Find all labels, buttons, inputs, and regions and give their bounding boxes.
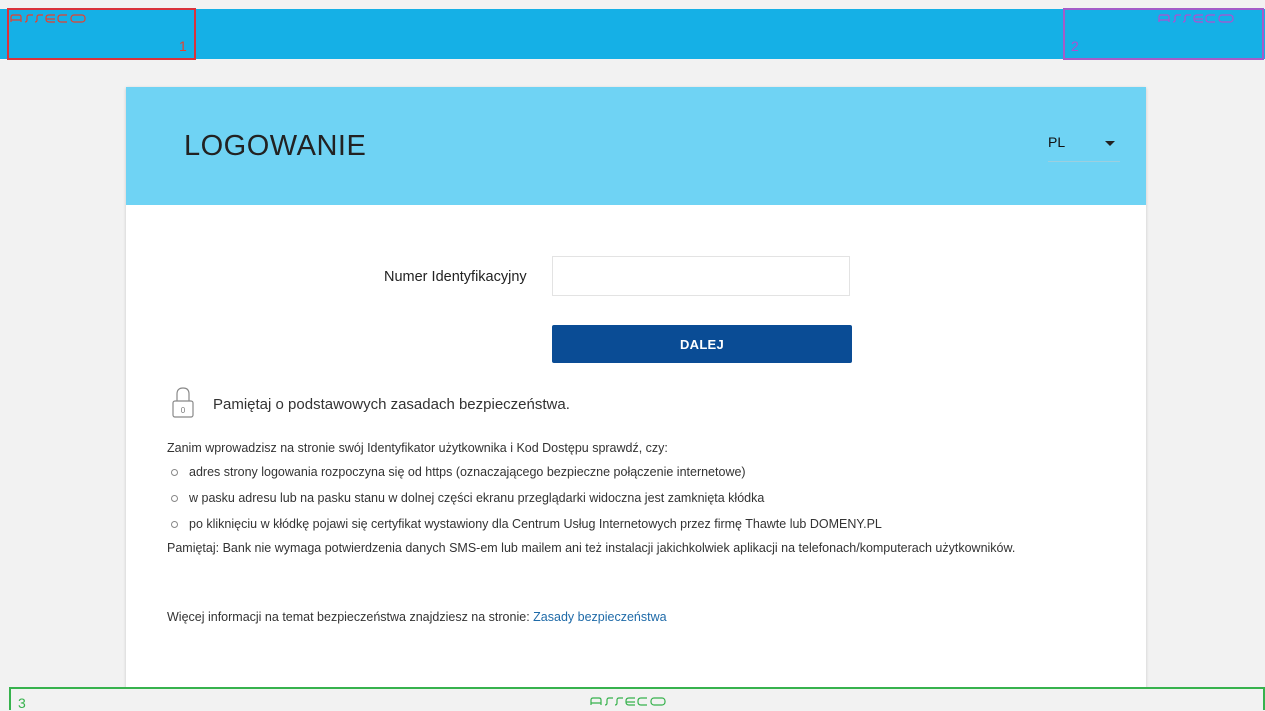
bullet-icon [171, 521, 178, 528]
page-title: LOGOWANIE [184, 130, 367, 162]
asseco-logo: asseco [1158, 14, 1234, 23]
lock-icon: 0 [172, 387, 194, 418]
security-list: adres strony logowania rozpoczyna się od… [167, 464, 1067, 533]
annotation-label-1: 1 [179, 38, 187, 54]
bullet-icon [171, 495, 178, 502]
id-number-label: Numer Identyfikacyjny [384, 269, 527, 285]
asseco-logo: asseco [10, 14, 86, 23]
language-value: PL [1048, 134, 1066, 150]
bullet-icon [171, 469, 178, 476]
login-card-header: LOGOWANIE PL [126, 87, 1146, 205]
annotation-box-3: 3 asseco [9, 687, 1265, 711]
next-button[interactable]: DALEJ [552, 325, 852, 363]
login-card: LOGOWANIE PL Numer Identyfikacyjny DALEJ… [126, 87, 1146, 697]
security-info: Zanim wprowadzisz na stronie swój Identy… [167, 440, 1067, 557]
annotation-box-1: asseco 1 [7, 8, 196, 60]
list-item: po kliknięciu w kłódkę pojawi się certyf… [167, 516, 1067, 533]
security-note: Pamiętaj: Bank nie wymaga potwierdzenia … [167, 541, 1016, 555]
language-select[interactable]: PL [1048, 131, 1120, 162]
annotation-label-2: 2 [1071, 38, 1079, 54]
asseco-logo: asseco [590, 697, 666, 706]
annotation-box-2: asseco 2 [1063, 8, 1264, 60]
security-heading: Pamiętaj o podstawowych zasadach bezpiec… [213, 396, 570, 413]
list-item: adres strony logowania rozpoczyna się od… [167, 464, 1067, 481]
more-info: Więcej informacji na temat bezpieczeństw… [167, 610, 667, 624]
security-rules-link[interactable]: Zasady bezpieczeństwa [533, 610, 666, 624]
security-intro: Zanim wprowadzisz na stronie swój Identy… [167, 441, 668, 455]
more-info-text: Więcej informacji na temat bezpieczeństw… [167, 610, 530, 624]
list-item: w pasku adresu lub na pasku stanu w doln… [167, 490, 1067, 507]
id-number-input[interactable] [552, 256, 850, 296]
annotation-label-3: 3 [18, 695, 26, 711]
chevron-down-icon [1105, 141, 1115, 146]
svg-text:0: 0 [181, 406, 186, 415]
